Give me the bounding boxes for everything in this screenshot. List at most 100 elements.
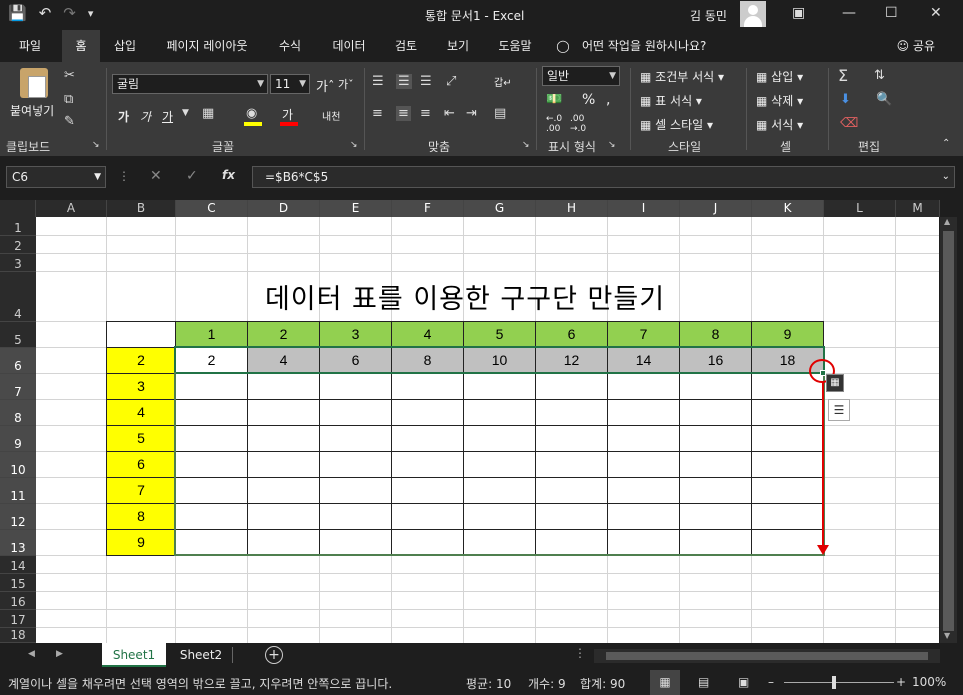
font-color-button[interactable]: 가 bbox=[282, 106, 293, 123]
fill-down-icon[interactable]: ⬇ bbox=[840, 92, 851, 107]
align-middle-icon[interactable]: ☰ bbox=[396, 74, 412, 89]
cut-icon[interactable]: ✂ bbox=[64, 68, 75, 83]
row-header-6[interactable]: 6 bbox=[0, 348, 36, 374]
comma-button[interactable]: , bbox=[606, 92, 610, 108]
align-right-icon[interactable]: ≡ bbox=[420, 106, 431, 121]
row-header-14[interactable]: 14 bbox=[0, 556, 36, 574]
row-header-16[interactable]: 16 bbox=[0, 592, 36, 610]
row-header-11[interactable]: 11 bbox=[0, 478, 36, 504]
tab-page-layout[interactable]: 페이지 레이아웃 bbox=[152, 30, 262, 62]
column-header-m[interactable]: M bbox=[896, 200, 940, 217]
row-header-8[interactable]: 8 bbox=[0, 400, 36, 426]
border-icon[interactable]: ▦ bbox=[202, 106, 214, 121]
dialog-launcher-icon[interactable]: ↘ bbox=[92, 140, 100, 150]
align-top-icon[interactable]: ☰ bbox=[372, 74, 384, 89]
row-header-2[interactable]: 2 bbox=[0, 236, 36, 254]
format-as-table-button[interactable]: ▦ 표 서식 ▾ bbox=[640, 92, 702, 109]
column-header-k[interactable]: K bbox=[752, 200, 824, 217]
header-cell[interactable]: 6 bbox=[535, 321, 608, 348]
font-name-select[interactable]: 굴림 ▼ bbox=[112, 74, 268, 94]
tab-file[interactable]: 파일 bbox=[6, 30, 54, 62]
multiplier-cell[interactable]: 7 bbox=[106, 477, 176, 504]
header-cell[interactable]: 3 bbox=[319, 321, 392, 348]
row-header-4[interactable]: 4 bbox=[0, 272, 36, 322]
cancel-icon[interactable]: ✕ bbox=[150, 168, 162, 184]
avatar[interactable] bbox=[740, 1, 766, 27]
corner-cell-b5[interactable] bbox=[106, 321, 176, 348]
multiplier-cell[interactable]: 4 bbox=[106, 399, 176, 426]
customize-qat-icon[interactable]: ▾ bbox=[88, 7, 94, 20]
row-header-9[interactable]: 9 bbox=[0, 426, 36, 452]
zoom-slider-thumb[interactable] bbox=[832, 676, 836, 689]
save-icon[interactable]: 💾 bbox=[8, 4, 27, 22]
header-cell[interactable]: 5 bbox=[463, 321, 536, 348]
enter-icon[interactable]: ✓ bbox=[186, 168, 198, 184]
header-cell[interactable]: 4 bbox=[391, 321, 464, 348]
header-cell[interactable]: 2 bbox=[247, 321, 320, 348]
find-icon[interactable]: 🔍 bbox=[876, 92, 892, 107]
multiplier-cell[interactable]: 8 bbox=[106, 503, 176, 530]
share-button[interactable]: ☺ 공유 bbox=[897, 30, 935, 62]
vertical-scroll-thumb[interactable] bbox=[943, 231, 954, 631]
cell-styles-button[interactable]: ▦ 셀 스타일 ▾ bbox=[640, 116, 713, 133]
add-sheet-icon[interactable]: + bbox=[265, 646, 283, 664]
prev-sheet-icon[interactable]: ◀ bbox=[28, 649, 35, 659]
column-header-l[interactable]: L bbox=[824, 200, 896, 217]
header-cell[interactable]: 8 bbox=[679, 321, 752, 348]
font-size-select[interactable]: 11 ▼ bbox=[270, 74, 310, 94]
row-header-13[interactable]: 13 bbox=[0, 530, 36, 556]
multiplier-cell[interactable]: 9 bbox=[106, 529, 176, 556]
page-break-view-icon[interactable]: ▣ bbox=[738, 675, 749, 689]
row-header-17[interactable]: 17 bbox=[0, 610, 36, 628]
normal-view-icon[interactable]: ▦ bbox=[650, 670, 680, 695]
redo-icon[interactable]: ↷ bbox=[63, 4, 76, 22]
minimize-icon[interactable]: — bbox=[842, 5, 856, 21]
header-cell[interactable]: 7 bbox=[607, 321, 680, 348]
sheet-tab-sheet2[interactable]: Sheet2 bbox=[170, 643, 232, 667]
column-header-f[interactable]: F bbox=[392, 200, 464, 217]
formula-input[interactable]: =$B6*C$5 ⌄ bbox=[252, 166, 955, 188]
close-icon[interactable]: ✕ bbox=[930, 5, 942, 21]
number-format-select[interactable]: 일반 ▼ bbox=[542, 66, 620, 86]
horizontal-scrollbar[interactable] bbox=[594, 649, 940, 663]
paste-button[interactable]: 붙여넣기 bbox=[10, 102, 54, 119]
clipboard-icon[interactable] bbox=[20, 68, 48, 98]
grow-font-icon[interactable]: 가ˆ bbox=[316, 76, 334, 95]
row-header-10[interactable]: 10 bbox=[0, 452, 36, 478]
tab-data[interactable]: 데이터 bbox=[322, 30, 376, 62]
scroll-up-icon[interactable]: ▲ bbox=[944, 217, 950, 226]
page-layout-view-icon[interactable]: ▤ bbox=[698, 675, 709, 689]
tab-review[interactable]: 검토 bbox=[384, 30, 428, 62]
autosum-icon[interactable]: Σ bbox=[838, 66, 848, 85]
fill-color-icon[interactable]: ◉ bbox=[246, 106, 257, 121]
column-header-h[interactable]: H bbox=[536, 200, 608, 217]
multiplier-cell[interactable]: 5 bbox=[106, 425, 176, 452]
column-header-a[interactable]: A bbox=[36, 200, 107, 217]
scroll-down-icon[interactable]: ▼ bbox=[944, 631, 950, 640]
sheet-tab-sheet1[interactable]: Sheet1 bbox=[102, 643, 166, 667]
merge-center-icon[interactable]: ▤ bbox=[494, 106, 506, 121]
collapse-ribbon-icon[interactable]: ⌃ bbox=[942, 138, 950, 149]
conditional-format-button[interactable]: ▦ 조건부 서식 ▾ bbox=[640, 68, 724, 85]
undo-icon[interactable]: ↶ bbox=[39, 4, 52, 22]
wrap-text-icon[interactable]: 갑↵ bbox=[494, 74, 512, 89]
insert-cells-button[interactable]: ▦ 삽입 ▾ bbox=[756, 68, 803, 85]
ribbon-display-icon[interactable]: ▣ bbox=[792, 5, 805, 21]
align-center-icon[interactable]: ≡ bbox=[396, 106, 411, 121]
horizontal-scroll-thumb[interactable] bbox=[606, 652, 928, 660]
align-left-icon[interactable]: ≡ bbox=[372, 106, 383, 121]
tab-formulas[interactable]: 수식 bbox=[268, 30, 312, 62]
decrease-decimal-button[interactable]: .00 →.0 bbox=[570, 114, 586, 134]
worksheet-grid[interactable]: 데이터 표를 이용한 구구단 만들기 1 2 3 4 5 6 7 8 9 2 3… bbox=[36, 217, 939, 643]
copy-icon[interactable]: ⧉ bbox=[64, 92, 73, 107]
tab-view[interactable]: 보기 bbox=[436, 30, 480, 62]
shrink-font-icon[interactable]: 가ˇ bbox=[338, 76, 354, 92]
increase-decimal-button[interactable]: ←.0.00 bbox=[546, 114, 562, 134]
column-header-e[interactable]: E bbox=[320, 200, 392, 217]
row-header-12[interactable]: 12 bbox=[0, 504, 36, 530]
format-painter-icon[interactable]: ✎ bbox=[64, 114, 75, 129]
phonetic-button[interactable]: 내천 bbox=[322, 108, 340, 123]
format-cells-button[interactable]: ▦ 서식 ▾ bbox=[756, 116, 803, 133]
row-header-15[interactable]: 15 bbox=[0, 574, 36, 592]
percent-button[interactable]: % bbox=[582, 92, 595, 108]
